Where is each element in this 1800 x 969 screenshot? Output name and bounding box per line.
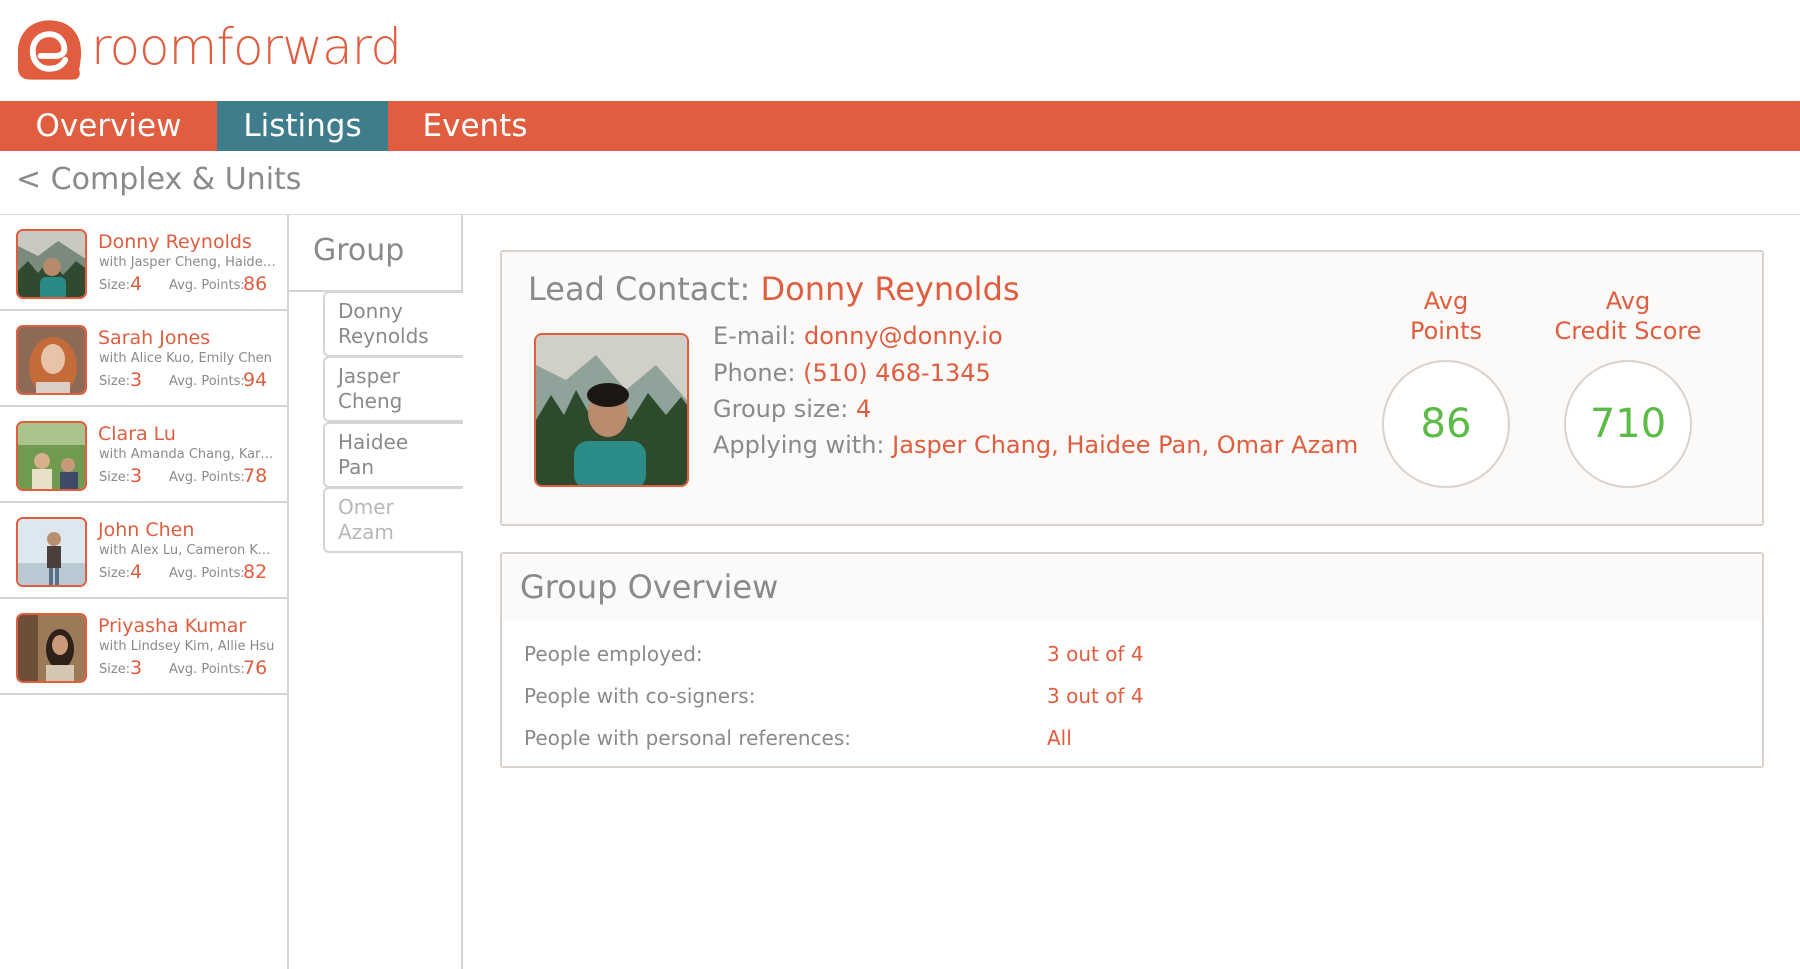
group-lead-name: Clara Lu bbox=[98, 423, 176, 445]
group-members-summary: with Lindsey Kim, Allie Hsu bbox=[99, 639, 275, 654]
lead-contact-photo bbox=[534, 333, 689, 487]
member-last-name: Cheng bbox=[338, 389, 403, 413]
size-label: Size: bbox=[99, 566, 131, 581]
member-first-name: Jasper bbox=[338, 364, 400, 388]
phone-label: Phone: bbox=[713, 359, 796, 387]
avg-points-label: Avg. Points: bbox=[169, 662, 245, 677]
member-last-name: Azam bbox=[338, 520, 394, 544]
size-value: 3 bbox=[130, 369, 143, 391]
member-first-name: Donny bbox=[338, 299, 403, 323]
lead-contact-name: Donny Reynolds bbox=[760, 270, 1020, 308]
size-value: 4 bbox=[130, 273, 143, 295]
avg-points-label: Avg. Points: bbox=[169, 470, 245, 485]
lead-contact-title: Lead Contact: Donny Reynolds bbox=[528, 270, 1020, 308]
overview-row-value: 3 out of 4 bbox=[1047, 642, 1144, 666]
tab-events[interactable]: Events bbox=[388, 101, 562, 151]
avg-credit-title-line2: Credit Score bbox=[1554, 317, 1702, 345]
group-members-summary: with Amanda Chang, Karen... bbox=[99, 447, 277, 462]
overview-row-value: 3 out of 4 bbox=[1047, 684, 1144, 708]
avg-points-title-line2: Points bbox=[1409, 317, 1483, 345]
avg-credit-title: Avg Credit Score bbox=[1542, 286, 1714, 346]
applying-with-label: Applying with: bbox=[713, 431, 885, 459]
phone-row: Phone: (510) 468-1345 bbox=[713, 359, 991, 387]
group-lead-name: Donny Reynolds bbox=[98, 231, 252, 253]
group-lead-name: Priyasha Kumar bbox=[98, 615, 247, 637]
overview-row-label: People employed: bbox=[524, 642, 703, 666]
member-tab-haidee-pan[interactable]: Haidee Pan bbox=[323, 422, 463, 488]
overview-row-value: All bbox=[1047, 726, 1072, 750]
avatar bbox=[16, 613, 87, 683]
lead-contact-label: Lead Contact: bbox=[528, 270, 751, 308]
member-first-name: Haidee bbox=[338, 430, 409, 454]
member-tab-donny-reynolds[interactable]: Donny Reynolds bbox=[323, 291, 463, 357]
group-list-item[interactable]: Sarah Jones with Alice Kuo, Emily Chen S… bbox=[0, 311, 287, 407]
avatar bbox=[16, 229, 87, 299]
avg-credit-circle: 710 bbox=[1564, 360, 1692, 488]
avg-points-value: 82 bbox=[243, 561, 268, 583]
size-label: Size: bbox=[99, 374, 131, 389]
size-label: Size: bbox=[99, 662, 131, 677]
avg-points-title-line1: Avg bbox=[1423, 287, 1469, 315]
overview-row-label: People with personal references: bbox=[524, 726, 851, 750]
group-size-value: 4 bbox=[855, 395, 872, 423]
avg-points-circle: 86 bbox=[1382, 360, 1510, 488]
phone-link[interactable]: (510) 468-1345 bbox=[803, 359, 991, 387]
overview-row-label: People with co-signers: bbox=[524, 684, 756, 708]
group-size-label: Group size: bbox=[713, 395, 849, 423]
avg-points-value: 94 bbox=[243, 369, 268, 391]
size-value: 4 bbox=[130, 561, 143, 583]
avg-points-label: Avg. Points: bbox=[169, 278, 245, 293]
group-lead-name: Sarah Jones bbox=[98, 327, 211, 349]
tab-listings[interactable]: Listings bbox=[217, 101, 388, 151]
group-panel-title: Group bbox=[313, 233, 405, 268]
group-list-item[interactable]: Donny Reynolds with Jasper Cheng, Haidee… bbox=[0, 215, 287, 311]
size-label: Size: bbox=[99, 470, 131, 485]
size-label: Size: bbox=[99, 278, 131, 293]
avg-points-value: 76 bbox=[243, 657, 268, 679]
group-members-panel: Group Donny Reynolds Jasper Cheng Haidee… bbox=[289, 215, 463, 969]
member-tab-jasper-cheng[interactable]: Jasper Cheng bbox=[323, 356, 463, 422]
avg-points-value: 86 bbox=[243, 273, 268, 295]
group-members-summary: with Alex Lu, Cameron Kob... bbox=[99, 543, 277, 558]
breadcrumb-back-link[interactable]: < Complex & Units bbox=[16, 162, 301, 197]
group-list-item[interactable]: Clara Lu with Amanda Chang, Karen... Siz… bbox=[0, 407, 287, 503]
applying-with-value: Jasper Chang, Haidee Pan, Omar Azam bbox=[892, 431, 1359, 459]
email-label: E-mail: bbox=[713, 322, 797, 350]
size-value: 3 bbox=[130, 465, 143, 487]
group-overview-body: People employed: 3 out of 4 People with … bbox=[502, 620, 1762, 766]
avg-points-label: Avg. Points: bbox=[169, 566, 245, 581]
group-overview-card: Group Overview People employed: 3 out of… bbox=[500, 552, 1764, 768]
tab-overview[interactable]: Overview bbox=[0, 101, 217, 151]
size-value: 3 bbox=[130, 657, 143, 679]
member-last-name: Pan bbox=[338, 455, 375, 479]
app-logo[interactable]: roomforward bbox=[14, 15, 402, 85]
email-link[interactable]: donny@donny.io bbox=[804, 322, 1003, 350]
lead-contact-card: Lead Contact: Donny Reynolds E-mail: don… bbox=[500, 250, 1764, 526]
avg-credit-title-line1: Avg bbox=[1605, 287, 1651, 315]
group-list-item[interactable]: Priyasha Kumar with Lindsey Kim, Allie H… bbox=[0, 599, 287, 695]
group-overview-title: Group Overview bbox=[520, 568, 779, 606]
email-row: E-mail: donny@donny.io bbox=[713, 322, 1003, 350]
group-members-summary: with Alice Kuo, Emily Chen bbox=[99, 351, 272, 366]
avatar bbox=[16, 517, 87, 587]
avatar bbox=[16, 325, 87, 395]
group-list-item[interactable]: John Chen with Alex Lu, Cameron Kob... S… bbox=[0, 503, 287, 599]
main-nav: Overview Listings Events bbox=[0, 101, 1800, 151]
member-tab-omer-azam[interactable]: Omer Azam bbox=[323, 487, 463, 553]
logo-text: roomforward bbox=[91, 18, 402, 76]
group-members-summary: with Jasper Cheng, Haidee P... bbox=[99, 255, 277, 270]
avg-points-label: Avg. Points: bbox=[169, 374, 245, 389]
member-first-name: Omer bbox=[338, 495, 394, 519]
group-list: Donny Reynolds with Jasper Cheng, Haidee… bbox=[0, 215, 289, 969]
roomforward-logo-icon bbox=[17, 20, 82, 80]
avg-points-value: 78 bbox=[243, 465, 268, 487]
applying-with-row: Applying with: Jasper Chang, Haidee Pan,… bbox=[713, 431, 1358, 459]
avg-points-title: Avg Points bbox=[1402, 286, 1490, 346]
member-last-name: Reynolds bbox=[338, 324, 429, 348]
group-size-row: Group size: 4 bbox=[713, 395, 871, 423]
group-lead-name: John Chen bbox=[98, 519, 195, 541]
avatar bbox=[16, 421, 87, 491]
